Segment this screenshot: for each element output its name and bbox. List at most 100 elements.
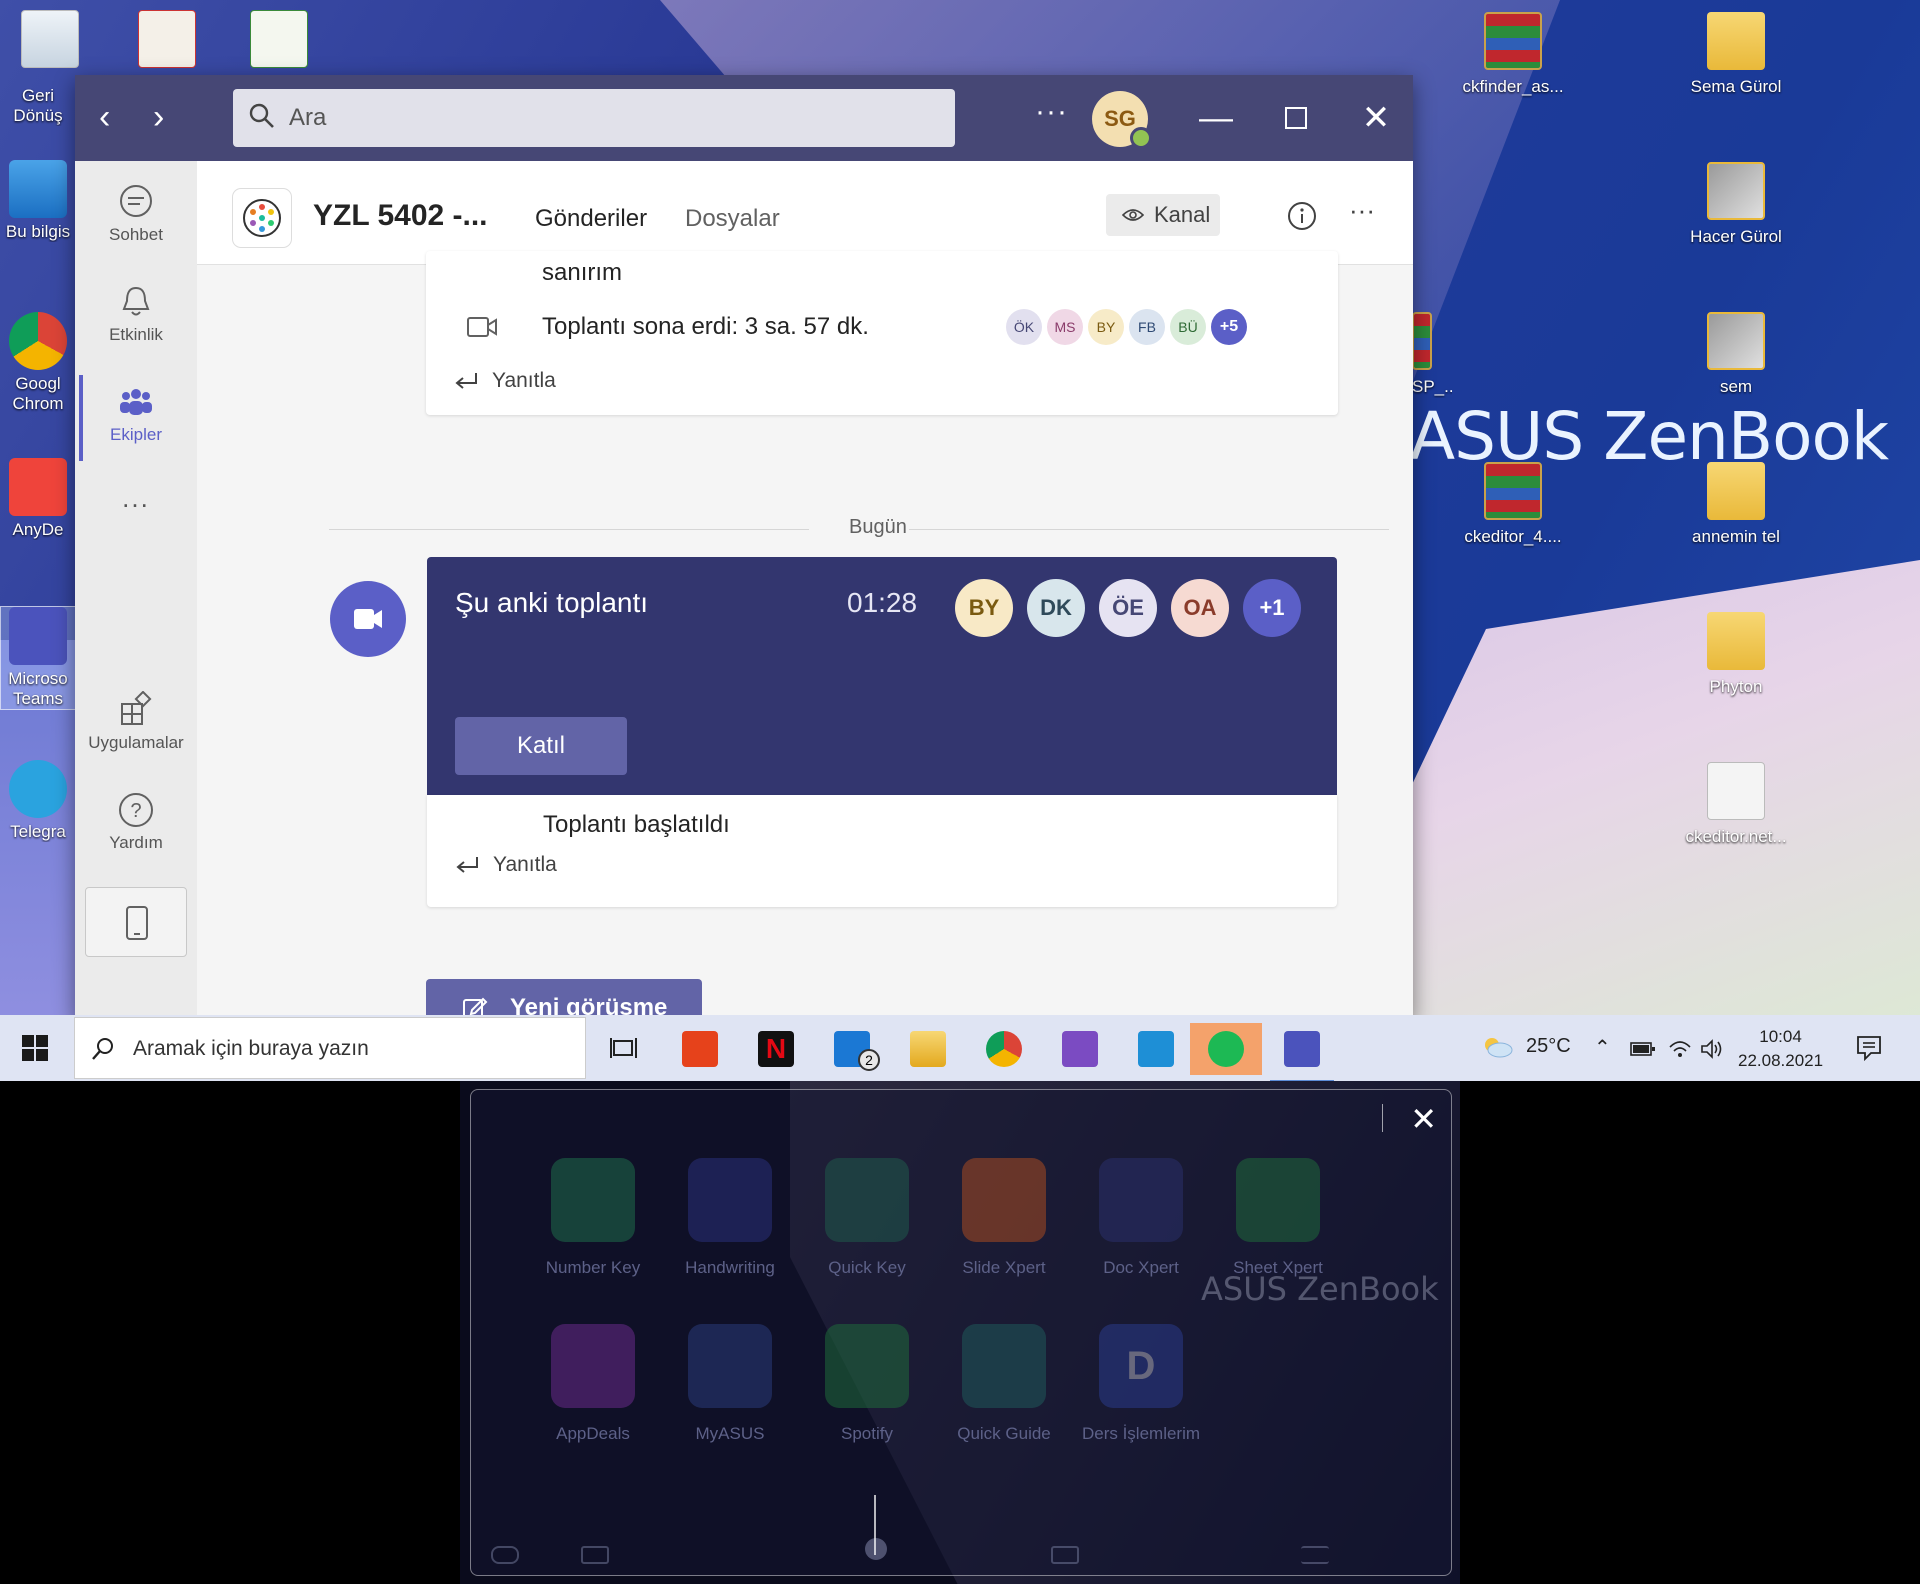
weather-cloud-icon[interactable] (1480, 1035, 1514, 1059)
back-arrow-icon[interactable]: ‹ (99, 99, 110, 135)
minimize-button[interactable]: — (1191, 93, 1241, 143)
desktop-icon-label: Phyton (1709, 677, 1763, 696)
participant-avatar[interactable]: BÜ (1170, 309, 1206, 345)
desktop-icon-recycle[interactable]: Geri Dönüş (0, 86, 76, 126)
join-button[interactable]: Katıl (455, 717, 627, 775)
taskbar-chrome[interactable] (968, 1023, 1040, 1075)
desktop-icon-sheet[interactable] (224, 10, 334, 74)
desktop-icon-ckfinder[interactable]: ckfinder_as... (1457, 12, 1569, 98)
taskbar-vscode[interactable] (1120, 1023, 1192, 1075)
weather-temp[interactable]: 25°C (1526, 1035, 1571, 1058)
screenpad-app[interactable]: MyASUS (660, 1324, 800, 1444)
video-camera-icon (467, 317, 497, 337)
screenpad-app[interactable]: Spotify (797, 1324, 937, 1444)
desktop-icon-anydesk[interactable]: AnyDe (0, 458, 76, 540)
taskbar-explorer[interactable] (892, 1023, 964, 1075)
channel-info-button[interactable]: Kanal (1106, 194, 1220, 236)
screenpad-app[interactable]: Number Key (523, 1158, 663, 1278)
window-icon[interactable] (1051, 1546, 1079, 1564)
desktop-icon-telegram[interactable]: Telegra (0, 760, 76, 842)
screenpad-app[interactable]: Doc Xpert (1071, 1158, 1211, 1278)
taskbar-teams[interactable] (1266, 1023, 1338, 1083)
desktop-icon-hacer-gurol[interactable]: Hacer Gürol (1680, 162, 1792, 248)
rail-item-apps[interactable]: Uygulamalar (75, 691, 197, 753)
desktop-icon-ckeditor4[interactable]: ckeditor_4.... (1457, 462, 1569, 548)
screenpad-app[interactable]: Sheet Xpert (1208, 1158, 1348, 1278)
screenpad-app[interactable]: D Ders İşlemlerim (1071, 1324, 1211, 1444)
task-view-button[interactable] (588, 1023, 660, 1075)
participant-avatar[interactable]: ÖE (1099, 579, 1157, 637)
screenpad-app[interactable]: Quick Key (797, 1158, 937, 1278)
screenpad-app[interactable]: Slide Xpert (934, 1158, 1074, 1278)
notification-center-icon[interactable] (1855, 1034, 1883, 1062)
battery-icon[interactable] (1630, 1041, 1656, 1057)
desktop-icon-sp[interactable]: SP_... (1412, 312, 1452, 398)
windows-start-icon[interactable] (22, 1035, 48, 1061)
mail-badge: 2 (858, 1049, 880, 1071)
slider-handle[interactable] (874, 1495, 876, 1555)
taskbar-visual-studio[interactable] (1044, 1023, 1116, 1075)
screenpad-app[interactable]: Quick Guide (934, 1324, 1074, 1444)
more-options-icon[interactable]: ··· (1035, 95, 1068, 129)
screen-icon[interactable] (581, 1546, 609, 1564)
rail-item-teams[interactable]: Ekipler (75, 375, 197, 461)
reply-button[interactable]: Yanıtla (455, 369, 556, 393)
more-participants-badge[interactable]: +5 (1211, 309, 1247, 345)
taskbar-netflix[interactable]: N (740, 1023, 812, 1075)
desktop-icon-phyton[interactable]: Phyton (1680, 612, 1792, 698)
rail-more-apps[interactable]: ... (75, 483, 197, 514)
avatar[interactable]: SG (1092, 91, 1152, 149)
participant-avatar[interactable]: ÖK (1006, 309, 1042, 345)
forward-arrow-icon[interactable]: › (153, 99, 164, 135)
close-button[interactable]: ✕ (1351, 93, 1401, 143)
participant-avatar[interactable]: DK (1027, 579, 1085, 637)
home-dot[interactable] (865, 1538, 887, 1560)
tab-posts[interactable]: Gönderiler (535, 205, 647, 233)
photo-folder-icon (1707, 312, 1765, 370)
settings-sliders-icon[interactable] (1301, 1546, 1329, 1564)
more-participants-badge[interactable]: +1 (1243, 579, 1301, 637)
search-input[interactable]: Ara (233, 89, 955, 147)
participant-avatar[interactable]: OA (1171, 579, 1229, 637)
desktop-icon-ckeditor-net[interactable]: ckeditor.net... (1680, 762, 1792, 848)
rail-item-activity[interactable]: Etkinlik (75, 283, 197, 345)
taskbar-office[interactable] (664, 1023, 736, 1075)
desktop-icon-this-pc[interactable]: Bu bilgis (0, 160, 76, 242)
app-tile-icon: D (1099, 1324, 1183, 1408)
new-conversation-button[interactable]: Yeni görüşme (426, 979, 702, 1015)
info-icon[interactable] (1287, 201, 1317, 231)
taskbar-search-input[interactable]: Aramak için buraya yazın (74, 1017, 586, 1079)
desktop-icon-pdf[interactable] (112, 10, 222, 74)
rail-item-chat[interactable]: Sohbet (75, 183, 197, 245)
reply-arrow-icon (455, 373, 477, 389)
volume-icon[interactable] (1700, 1039, 1724, 1059)
taskbar-mail[interactable]: 2 (816, 1023, 888, 1075)
maximize-button[interactable] (1271, 93, 1321, 143)
participant-avatar[interactable]: BY (955, 579, 1013, 637)
mobile-download-button[interactable] (85, 887, 187, 957)
desktop-icon-label: Googl Chrom (12, 374, 64, 413)
screenpad-app[interactable]: Handwriting (660, 1158, 800, 1278)
screenpad-app[interactable]: AppDeals (523, 1324, 663, 1444)
desktop-icon-sema-gurol[interactable]: Sema Gürol (1680, 12, 1792, 98)
chevron-up-icon[interactable]: ⌃ (1594, 1035, 1611, 1060)
desktop-icon-recycle-bin[interactable] (0, 10, 100, 74)
close-icon[interactable]: ✕ (1410, 1100, 1437, 1138)
taskbar-spotify[interactable] (1190, 1023, 1262, 1075)
rail-item-help[interactable]: ? Yardım (75, 791, 197, 853)
wifi-icon[interactable] (1668, 1039, 1692, 1059)
participant-avatar[interactable]: MS (1047, 309, 1083, 345)
reply-button[interactable]: Yanıtla (456, 853, 557, 877)
link-icon[interactable] (491, 1546, 519, 1564)
participant-avatar[interactable]: BY (1088, 309, 1124, 345)
desktop-icon-teams[interactable]: Microso Teams (0, 606, 76, 710)
desktop-icon-sem[interactable]: sem (1680, 312, 1792, 398)
participant-avatar[interactable]: FB (1129, 309, 1165, 345)
desktop-icon-annemin-tel[interactable]: annemin tel (1680, 462, 1792, 548)
visual-studio-icon (1062, 1031, 1098, 1067)
desktop-icon-label: SP_... (1412, 377, 1452, 396)
desktop-icon-chrome[interactable]: Googl Chrom (0, 312, 76, 414)
system-clock[interactable]: 10:04 22.08.2021 (1738, 1025, 1823, 1073)
more-options-icon[interactable]: ··· (1349, 195, 1375, 226)
tab-files[interactable]: Dosyalar (685, 205, 780, 233)
